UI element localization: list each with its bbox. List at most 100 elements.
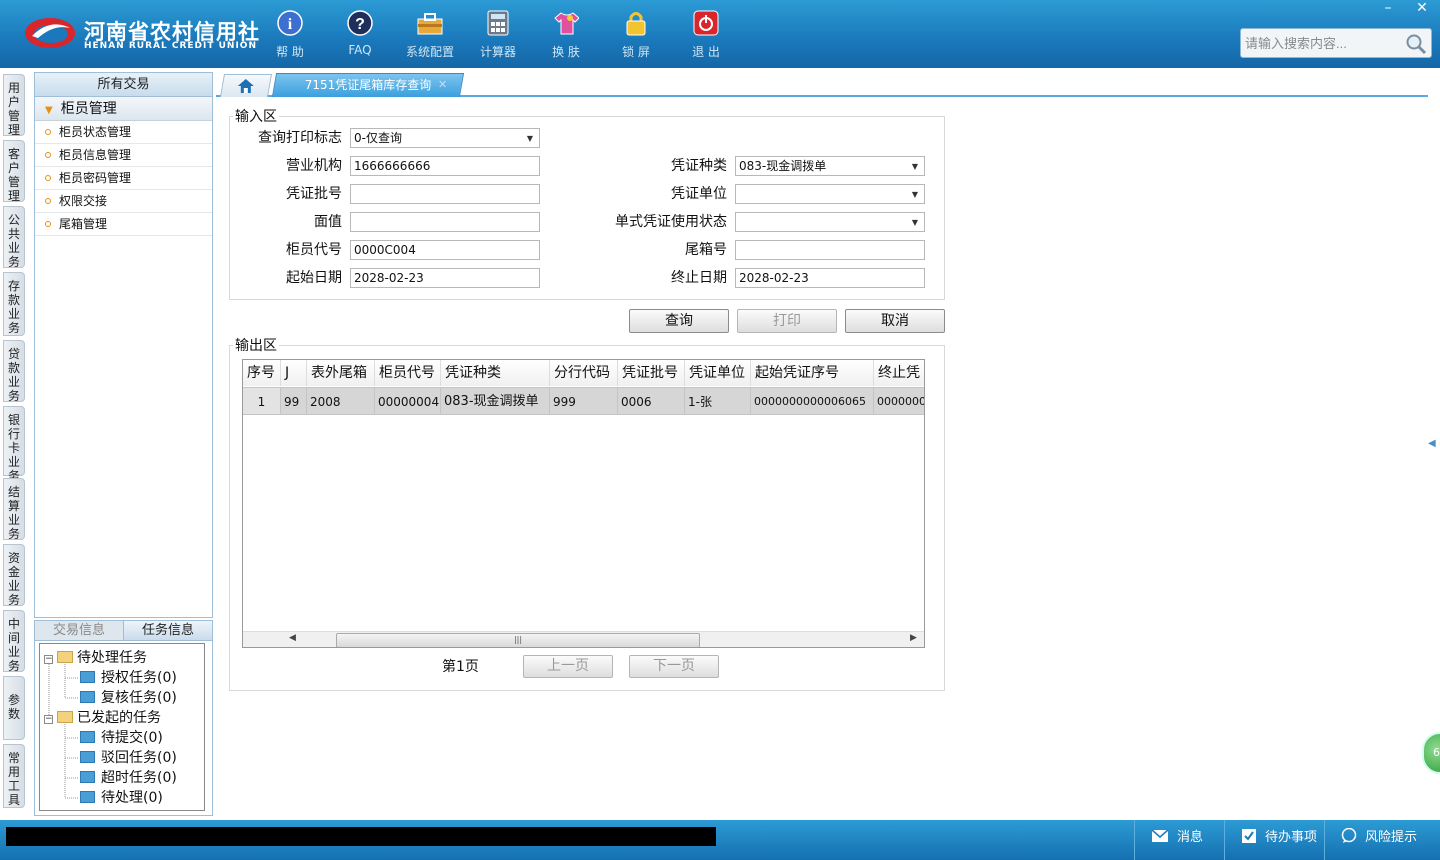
tree-node-to-process[interactable]: 待处理(0) <box>80 788 163 808</box>
face-value-input[interactable] <box>350 212 540 232</box>
prev-page-button[interactable]: 上一页 <box>523 655 613 678</box>
org-label: 营业机构 <box>286 158 342 174</box>
vtab-fund-business[interactable]: 资金业务 <box>3 544 25 607</box>
column-header[interactable]: 凭证批号 <box>618 360 685 386</box>
search-input[interactable] <box>1243 31 1403 55</box>
vtab-deposit-business[interactable]: 存款业务 <box>3 272 25 336</box>
table-cell: 1 <box>243 387 281 415</box>
menu-item-permission-handover[interactable]: 权限交接 <box>35 190 212 213</box>
column-header[interactable]: 序号 <box>243 360 281 386</box>
logo-en: HENAN RURAL CREDIT UNION <box>84 41 257 51</box>
tab-task-info[interactable]: 任务信息 <box>124 621 212 640</box>
scroll-right-icon[interactable]: ▶ <box>910 633 917 643</box>
menu-item-teller-info[interactable]: 柜员信息管理 <box>35 144 212 167</box>
chat-bubble-icon <box>1341 827 1357 843</box>
tab-voucher-tailbox-query[interactable]: 7151凭证尾箱库存查询 ✕ <box>271 73 465 97</box>
teller-code-input[interactable]: 0000C004 <box>350 240 540 260</box>
column-header[interactable]: J <box>281 360 307 386</box>
tree-node-rejected[interactable]: 驳回任务(0) <box>80 748 177 768</box>
folder-icon <box>57 651 73 663</box>
close-window-button[interactable]: ✕ <box>1406 0 1438 18</box>
dropdown-arrow-icon: ▼ <box>526 134 533 143</box>
vertical-module-tabs: 用户管理 客户管理 公共业务 存款业务 贷款业务 银行卡业务 结算业务 资金业务… <box>0 68 30 820</box>
scrollbar-thumb[interactable]: ||| <box>336 633 700 647</box>
menu-header[interactable]: 所有交易 <box>35 73 212 97</box>
todo-button[interactable]: 待办事项 <box>1224 820 1324 860</box>
vtab-common-tools[interactable]: 常用工具 <box>3 744 25 808</box>
messages-button[interactable]: 消息 <box>1134 820 1224 860</box>
svg-text:i: i <box>288 16 293 33</box>
logo: 河南省农村信用社 HENAN RURAL CREDIT UNION <box>24 12 259 56</box>
tree-node-pending[interactable]: − 待处理任务 <box>44 648 147 668</box>
faq-button[interactable]: ? FAQ <box>330 8 390 60</box>
dropdown-arrow-icon: ▼ <box>911 218 918 227</box>
tail-box-input[interactable] <box>735 240 925 260</box>
print-button[interactable]: 打印 <box>737 309 837 333</box>
task-icon <box>80 691 95 703</box>
vtab-loan-business[interactable]: 贷款业务 <box>3 340 25 403</box>
close-tab-icon[interactable]: ✕ <box>438 74 447 96</box>
skin-button[interactable]: 换 肤 <box>536 8 596 60</box>
query-flag-select[interactable]: 0-仅查询 ▼ <box>350 128 540 148</box>
search-icon[interactable] <box>1405 33 1427 55</box>
vtab-parameters[interactable]: 参数 <box>3 676 25 740</box>
tree-node-timeout[interactable]: 超时任务(0) <box>80 768 177 788</box>
info-icon: i <box>275 8 305 38</box>
horizontal-scrollbar[interactable]: ◀ ||| ▶ <box>243 631 924 647</box>
column-header[interactable]: 起始凭证序号 <box>751 360 874 386</box>
voucher-unit-select[interactable]: ▼ <box>735 184 925 204</box>
system-config-button[interactable]: 系统配置 <box>400 8 460 60</box>
tree-node-auth-tasks[interactable]: 授权任务(0) <box>80 668 177 688</box>
end-date-input[interactable]: 2028-02-23 <box>735 268 925 288</box>
column-header[interactable]: 表外尾箱 <box>307 360 375 386</box>
help-button[interactable]: i 帮 助 <box>260 8 320 60</box>
org-input[interactable]: 1666666666 <box>350 156 540 176</box>
output-area-legend: 输出区 <box>235 338 277 354</box>
search-box <box>1240 28 1432 58</box>
column-header[interactable]: 分行代码 <box>550 360 618 386</box>
query-button[interactable]: 查询 <box>629 309 729 333</box>
tab-home[interactable] <box>219 74 273 97</box>
cancel-button[interactable]: 取消 <box>845 309 945 333</box>
vtab-settlement-business[interactable]: 结算业务 <box>3 478 25 541</box>
batch-no-input[interactable] <box>350 184 540 204</box>
vtab-user-management[interactable]: 用户管理 <box>3 74 25 137</box>
collapse-side-panel-icon[interactable]: ◀ <box>1428 424 1438 464</box>
vtab-public-business[interactable]: 公共业务 <box>3 206 25 269</box>
exit-button[interactable]: 退 出 <box>676 8 736 60</box>
column-header[interactable]: 终止凭 <box>874 360 924 386</box>
batch-no-label: 凭证批号 <box>286 186 342 202</box>
tab-transaction-info[interactable]: 交易信息 <box>35 621 124 640</box>
checkbox-icon <box>1242 829 1256 843</box>
column-header[interactable]: 柜员代号 <box>375 360 441 386</box>
column-header[interactable]: 凭证种类 <box>441 360 550 386</box>
calculator-button[interactable]: 计算器 <box>468 8 528 60</box>
vtab-bank-card-business[interactable]: 银行卡业务 <box>3 406 25 483</box>
menu-group-teller-management[interactable]: ▼ 柜员管理 <box>35 97 212 121</box>
start-date-input[interactable]: 2028-02-23 <box>350 268 540 288</box>
task-icon <box>80 671 95 683</box>
usage-status-select[interactable]: ▼ <box>735 212 925 232</box>
tree-node-initiated[interactable]: − 已发起的任务 <box>44 708 161 728</box>
tab-bar: 7151凭证尾箱库存查询 ✕ <box>216 72 1428 97</box>
lock-screen-button[interactable]: 锁 屏 <box>606 8 666 60</box>
vtab-customer-management[interactable]: 客户管理 <box>3 140 25 203</box>
message-icon <box>1151 829 1169 842</box>
vtab-intermediary-business[interactable]: 中间业务 <box>3 610 25 673</box>
lock-icon <box>621 8 651 38</box>
menu-item-teller-status[interactable]: 柜员状态管理 <box>35 121 212 144</box>
menu-item-teller-password[interactable]: 柜员密码管理 <box>35 167 212 190</box>
main-content: 输入区 查询打印标志 0-仅查询 ▼ 营业机构 1666666666 凭证种类 0… <box>216 97 1428 820</box>
scroll-left-icon[interactable]: ◀ <box>289 633 296 643</box>
collapse-icon[interactable]: − <box>44 715 53 724</box>
collapse-icon[interactable]: − <box>44 655 53 664</box>
column-header[interactable]: 凭证单位 <box>685 360 751 386</box>
minimize-button[interactable]: – <box>1372 0 1404 18</box>
tree-node-review-tasks[interactable]: 复核任务(0) <box>80 688 177 708</box>
next-page-button[interactable]: 下一页 <box>629 655 719 678</box>
table-cell: 00000004 <box>375 387 441 415</box>
tree-node-to-submit[interactable]: 待提交(0) <box>80 728 163 748</box>
menu-item-tail-box[interactable]: 尾箱管理 <box>35 213 212 236</box>
voucher-type-select[interactable]: 083-现金调拨单 ▼ <box>735 156 925 176</box>
risk-alert-button[interactable]: 风险提示 <box>1324 820 1440 860</box>
